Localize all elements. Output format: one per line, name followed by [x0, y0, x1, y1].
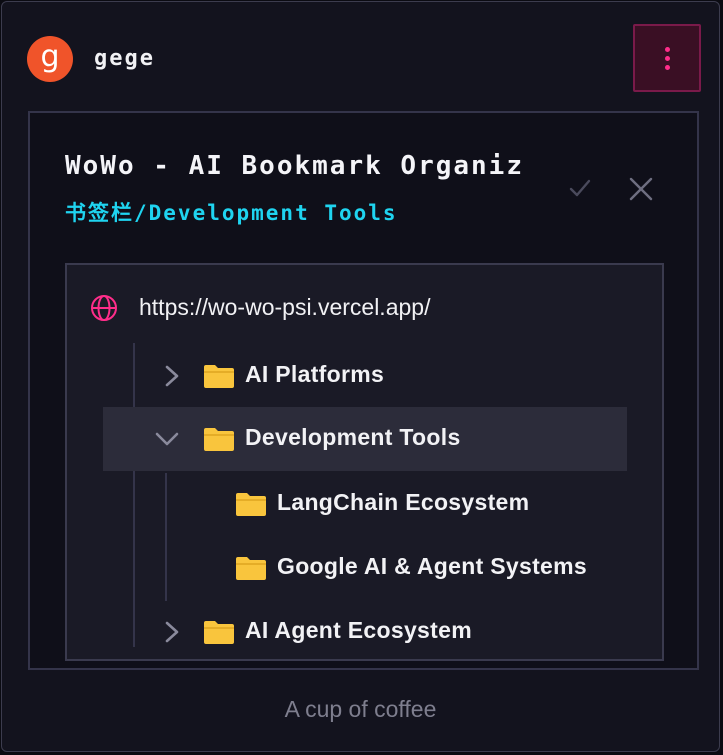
vertical-dots-icon	[664, 46, 670, 52]
folder-icon	[236, 493, 266, 516]
panel-title: WoWo - AI Bookmark Organiz	[65, 151, 524, 181]
folder-icon	[236, 557, 266, 580]
tree-node-ai-platforms[interactable]: AI Platforms	[103, 345, 627, 407]
check-icon[interactable]	[567, 175, 593, 201]
vertical-dots-icon	[664, 55, 670, 61]
avatar: g	[27, 36, 73, 82]
tree-node-label: LangChain Ecosystem	[277, 489, 530, 515]
tree-node-label: Development Tools	[245, 424, 461, 450]
tree-node-google-ai-agent-systems[interactable]: Google AI & Agent Systems	[103, 537, 627, 599]
folder-tree[interactable]: https://wo-wo-psi.vercel.app/ AI Platfor…	[65, 263, 664, 661]
tree-node-langchain-ecosystem[interactable]: LangChain Ecosystem	[103, 473, 627, 535]
vertical-dots-icon	[664, 64, 670, 70]
folder-path: 书签栏/Development Tools	[65, 201, 398, 225]
close-icon[interactable]	[627, 175, 655, 203]
bookmark-panel: WoWo - AI Bookmark Organiz 书签栏/Developme…	[28, 111, 699, 670]
header: g gege	[2, 2, 719, 112]
coffee-link[interactable]: A cup of coffee	[2, 696, 719, 723]
popup-window: g gege WoWo - AI Bookmark Organiz 书签栏/De…	[1, 1, 720, 752]
url-row: https://wo-wo-psi.vercel.app/	[67, 287, 662, 327]
folder-icon	[204, 365, 234, 388]
bookmark-url: https://wo-wo-psi.vercel.app/	[139, 294, 431, 320]
tree-node-development-tools[interactable]: Development Tools	[103, 407, 627, 471]
more-menu-button[interactable]	[633, 24, 701, 92]
tree-node-label: Google AI & Agent Systems	[277, 553, 587, 579]
chevron-down-icon[interactable]	[155, 427, 179, 451]
folder-icon	[204, 621, 234, 644]
tree-node-ai-agent-ecosystem[interactable]: AI Agent Ecosystem	[103, 601, 627, 659]
username: gege	[94, 46, 155, 71]
tree-node-label: AI Agent Ecosystem	[245, 617, 472, 643]
chevron-right-icon[interactable]	[159, 364, 183, 388]
folder-icon	[204, 428, 234, 451]
tree-node-label: AI Platforms	[245, 361, 385, 387]
globe-icon	[91, 295, 117, 321]
chevron-right-icon[interactable]	[159, 620, 183, 644]
